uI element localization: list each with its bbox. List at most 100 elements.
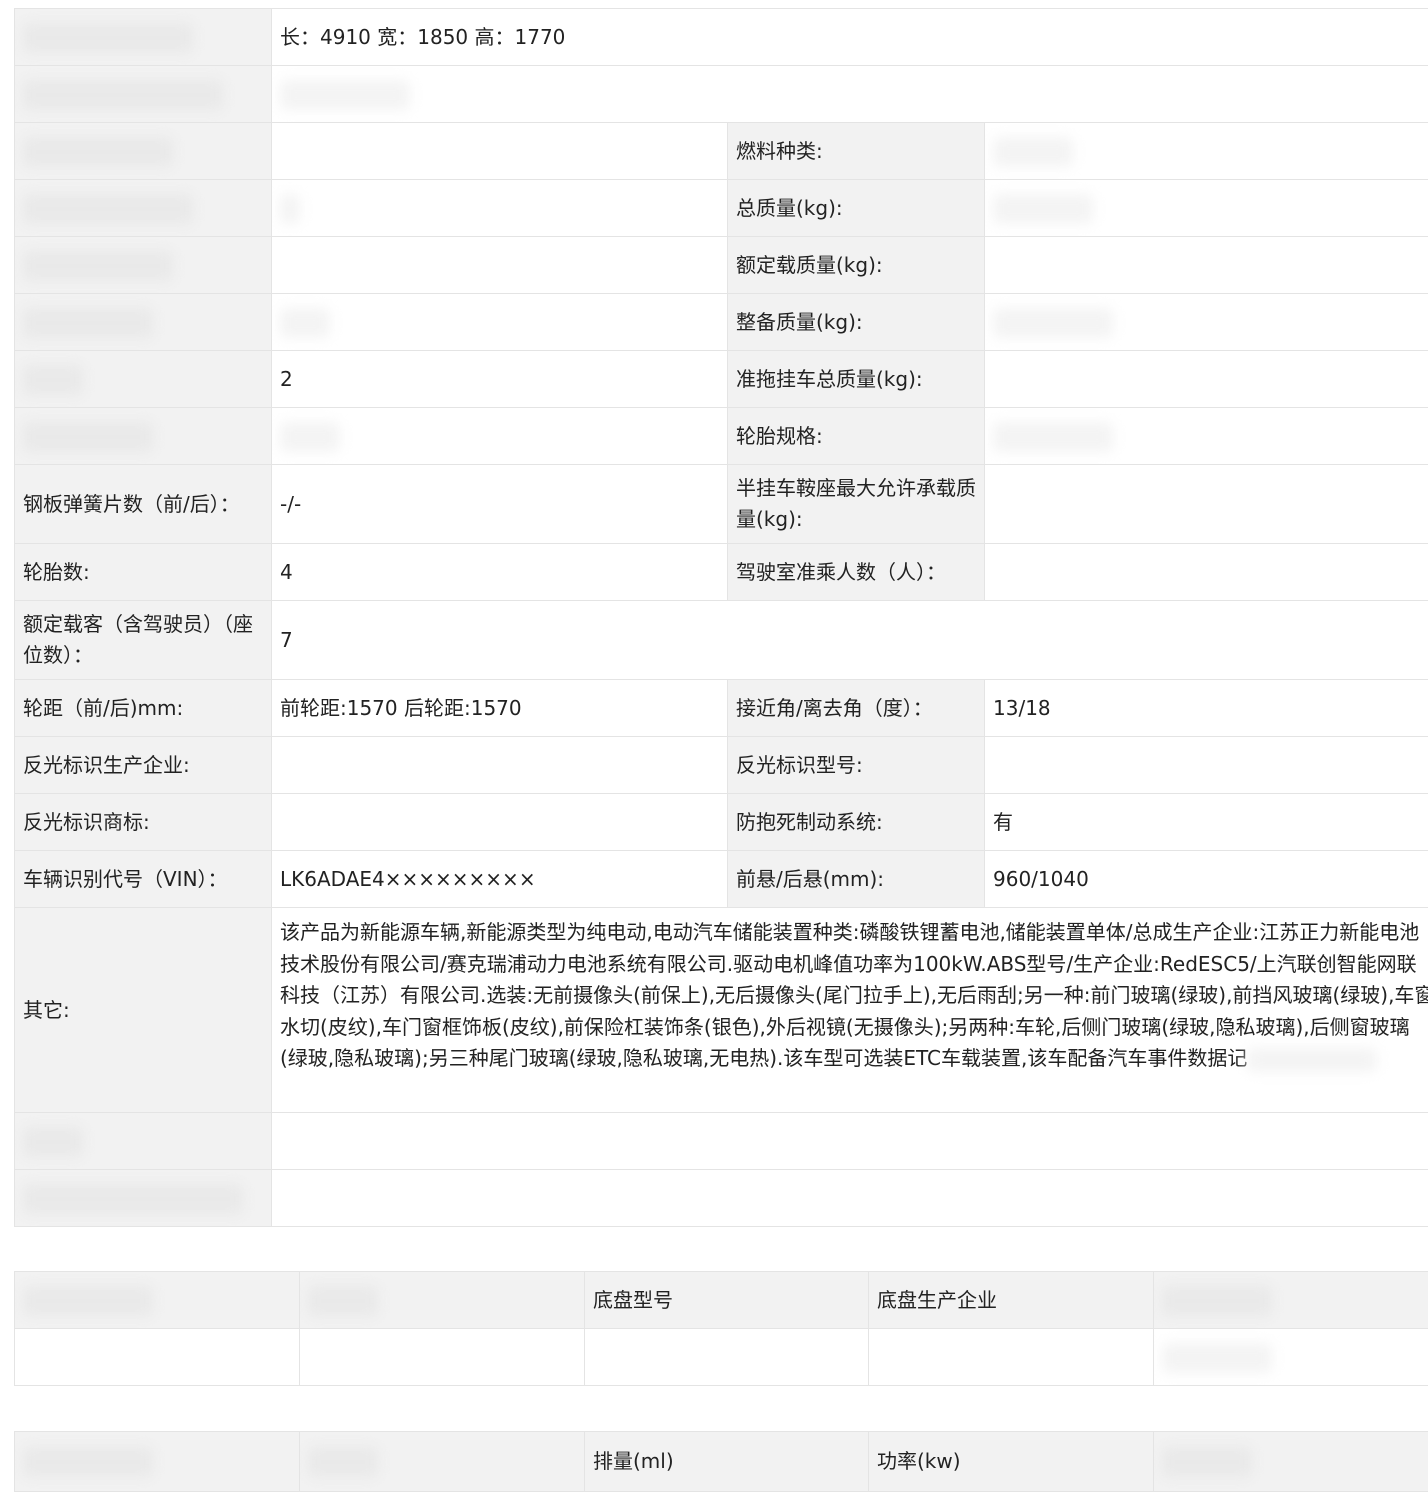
vin-value: LK6ADAE4××××××××× (272, 851, 728, 908)
table-row (15, 1329, 1428, 1386)
fuel-type-value (985, 123, 1428, 180)
vin-label: 车辆识别代号（VIN）： (15, 851, 272, 908)
redacted-header (15, 1272, 300, 1329)
table-row (15, 1170, 1428, 1227)
tire-spec-label: 轮胎规格: (728, 408, 985, 465)
displacement-header: 排量(ml) (585, 1432, 869, 1492)
towing-mass-value (985, 351, 1428, 408)
table-row: 燃料种类: (15, 123, 1428, 180)
dimensions-label (15, 9, 272, 66)
table-row: 其它: 该产品为新能源车辆,新能源类型为纯电动,电动汽车储能装置种类:磷酸铁锂蓄… (15, 908, 1428, 1113)
table-row: 反光标识生产企业: 反光标识型号: (15, 737, 1428, 794)
power-header: 功率(kw) (869, 1432, 1154, 1492)
approach-departure-label: 接近角/离去角（度）： (728, 680, 985, 737)
table-row: 轮距（前/后)mm: 前轮距:1570 后轮距:1570 接近角/离去角（度）：… (15, 680, 1428, 737)
track-value: 前轮距:1570 后轮距:1570 (272, 680, 728, 737)
table-row (15, 1113, 1428, 1170)
redacted-value (272, 237, 728, 294)
rated-passengers-label: 额定载客（含驾驶员）（座位数）： (15, 601, 272, 680)
vehicle-params-table: 长：4910 宽：1850 高：1770 燃料种类: 总质量(kg): 额定载质… (14, 8, 1428, 1227)
saddle-load-label: 半挂车鞍座最大允许承载质量(kg): (728, 465, 985, 544)
table-cell (585, 1329, 869, 1386)
table-row (15, 66, 1428, 123)
abs-label: 防抱死制动系统: (728, 794, 985, 851)
redacted-value (272, 294, 728, 351)
axles-value: 2 (272, 351, 728, 408)
table-cell (1154, 1329, 1428, 1386)
table-header-row: 排量(ml) 功率(kw) (15, 1432, 1428, 1492)
rated-load-value (985, 237, 1428, 294)
reflector-model-label: 反光标识型号: (728, 737, 985, 794)
redacted-text-tail (1247, 1048, 1377, 1072)
redacted-label (15, 351, 272, 408)
table-row: 反光标识商标: 防抱死制动系统: 有 (15, 794, 1428, 851)
redacted-value (272, 408, 728, 465)
table-row: 总质量(kg): (15, 180, 1428, 237)
table-cell (869, 1329, 1154, 1386)
reflector-maker-value (272, 737, 728, 794)
redacted-value (272, 66, 1428, 123)
redacted-label (15, 294, 272, 351)
cab-passengers-label: 驾驶室准乘人数（人）： (728, 544, 985, 601)
cab-passengers-value (985, 544, 1428, 601)
redacted-header (1154, 1272, 1428, 1329)
abs-value: 有 (985, 794, 1428, 851)
table-cell (15, 1329, 300, 1386)
other-label: 其它: (15, 908, 272, 1113)
table-row: 额定载质量(kg): (15, 237, 1428, 294)
redacted-label (15, 1113, 272, 1170)
approach-departure-value: 13/18 (985, 680, 1428, 737)
chassis-model-header: 底盘型号 (585, 1272, 869, 1329)
curb-weight-label: 整备质量(kg): (728, 294, 985, 351)
curb-weight-value (985, 294, 1428, 351)
redacted-label (15, 180, 272, 237)
leaf-spring-label: 钢板弹簧片数（前/后）： (15, 465, 272, 544)
table-row: 钢板弹簧片数（前/后）： -/- 半挂车鞍座最大允许承载质量(kg): (15, 465, 1428, 544)
reflector-maker-label: 反光标识生产企业: (15, 737, 272, 794)
table-row: 整备质量(kg): (15, 294, 1428, 351)
table-cell (300, 1329, 585, 1386)
tire-spec-value (985, 408, 1428, 465)
total-mass-label: 总质量(kg): (728, 180, 985, 237)
engine-table: 排量(ml) 功率(kw) (14, 1431, 1428, 1492)
tire-count-value: 4 (272, 544, 728, 601)
reflector-brand-value (272, 794, 728, 851)
rated-passengers-value: 7 (272, 601, 1428, 680)
dimensions-value: 长：4910 宽：1850 高：1770 (272, 9, 1428, 66)
reflector-model-value (985, 737, 1428, 794)
redacted-label (15, 66, 272, 123)
redacted-label (15, 123, 272, 180)
redacted-header (15, 1432, 300, 1492)
saddle-load-value (985, 465, 1428, 544)
leaf-spring-value: -/- (272, 465, 728, 544)
track-label: 轮距（前/后)mm: (15, 680, 272, 737)
table-row: 额定载客（含驾驶员）（座位数）： 7 (15, 601, 1428, 680)
reflector-brand-label: 反光标识商标: (15, 794, 272, 851)
table-row: 轮胎规格: (15, 408, 1428, 465)
chassis-table: 底盘型号 底盘生产企业 (14, 1271, 1428, 1386)
other-value: 该产品为新能源车辆,新能源类型为纯电动,电动汽车储能装置种类:磷酸铁锂蓄电池,储… (272, 908, 1428, 1113)
redacted-value (272, 123, 728, 180)
table-header-row: 底盘型号 底盘生产企业 (15, 1272, 1428, 1329)
redacted-label (15, 408, 272, 465)
overhang-value: 960/1040 (985, 851, 1428, 908)
tire-count-label: 轮胎数: (15, 544, 272, 601)
redacted-header (1154, 1432, 1428, 1492)
table-row: 长：4910 宽：1850 高：1770 (15, 9, 1428, 66)
redacted-label (15, 237, 272, 294)
total-mass-value (985, 180, 1428, 237)
fuel-type-label: 燃料种类: (728, 123, 985, 180)
rated-load-label: 额定载质量(kg): (728, 237, 985, 294)
redacted-value (272, 1113, 1428, 1170)
table-row: 车辆识别代号（VIN）： LK6ADAE4××××××××× 前悬/后悬(mm)… (15, 851, 1428, 908)
redacted-value (272, 180, 728, 237)
overhang-label: 前悬/后悬(mm): (728, 851, 985, 908)
redacted-header (300, 1272, 585, 1329)
table-row: 2 准拖挂车总质量(kg): (15, 351, 1428, 408)
table-row: 轮胎数: 4 驾驶室准乘人数（人）： (15, 544, 1428, 601)
redacted-header (300, 1432, 585, 1492)
chassis-maker-header: 底盘生产企业 (869, 1272, 1154, 1329)
towing-mass-label: 准拖挂车总质量(kg): (728, 351, 985, 408)
redacted-value (272, 1170, 1428, 1227)
redacted-label (15, 1170, 272, 1227)
